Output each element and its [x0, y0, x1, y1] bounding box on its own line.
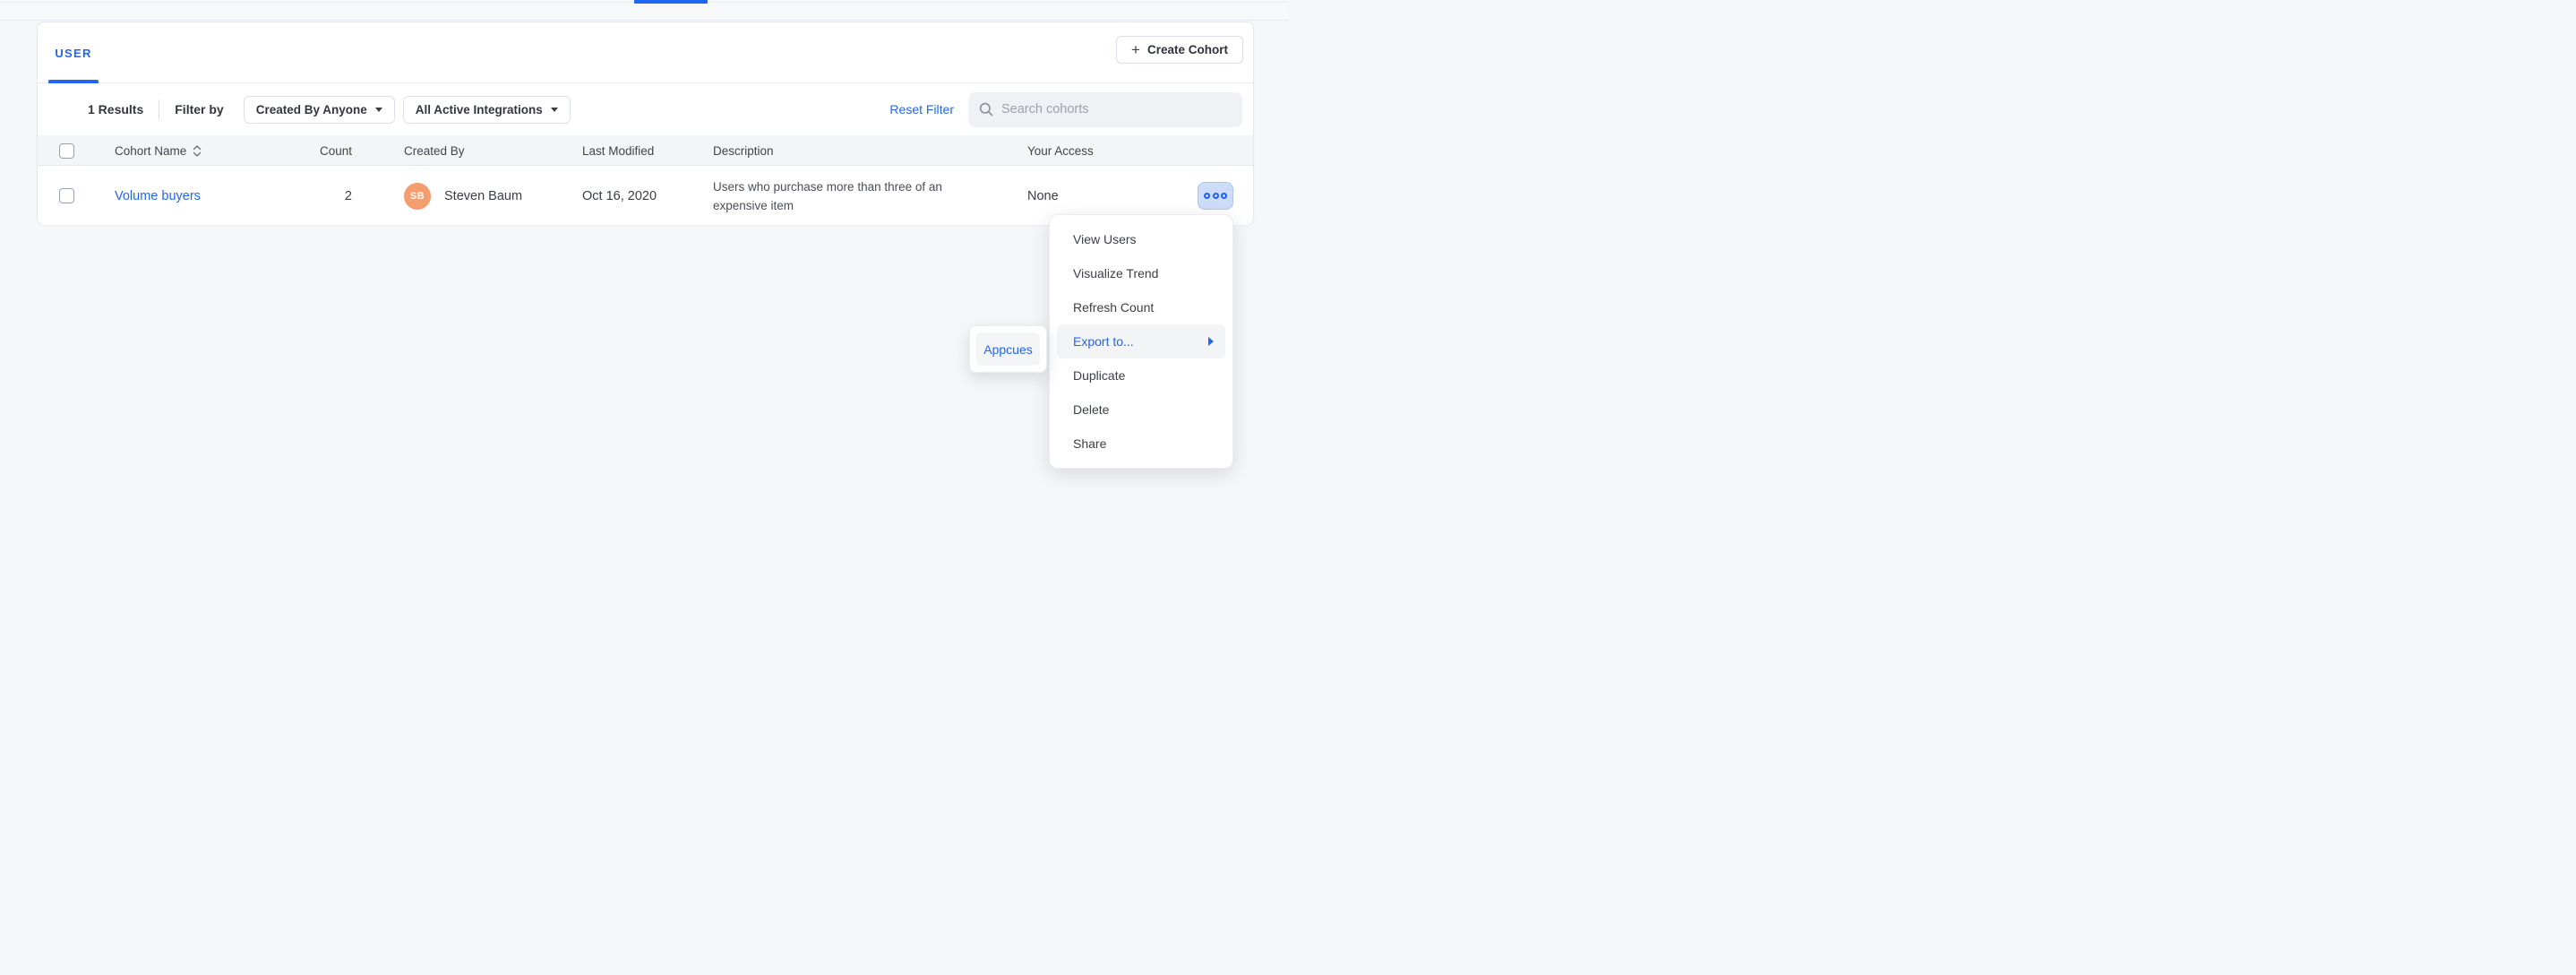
- column-header-count: Count: [270, 135, 352, 166]
- search-box[interactable]: [968, 92, 1242, 127]
- created-by-dropdown-value: Created By Anyone: [256, 103, 367, 116]
- menu-item-refresh-count[interactable]: Refresh Count: [1050, 290, 1232, 324]
- filter-bar: 1 Results Filter by Created By Anyone Al…: [38, 83, 1253, 135]
- results-count: 1 Results: [88, 102, 143, 116]
- integrations-dropdown[interactable]: All Active Integrations: [403, 96, 571, 124]
- plus-icon: +: [1131, 42, 1140, 57]
- row-actions-button[interactable]: [1198, 182, 1233, 210]
- create-cohort-label: Create Cohort: [1147, 43, 1228, 56]
- created-by-name: Steven Baum: [444, 167, 522, 225]
- submenu-arrow-icon: [1208, 337, 1214, 346]
- chevron-down-icon: [551, 108, 558, 112]
- menu-item-share[interactable]: Share: [1050, 427, 1232, 461]
- active-nav-tab-indicator: [634, 0, 708, 4]
- cohort-description: Users who purchase more than three of an…: [713, 177, 964, 215]
- sort-icon: [193, 145, 202, 157]
- menu-item-export-to-label: Export to...: [1073, 334, 1134, 349]
- chevron-down-icon: [375, 108, 382, 112]
- reset-filter-link[interactable]: Reset Filter: [889, 102, 954, 116]
- created-by-dropdown[interactable]: Created By Anyone: [244, 96, 395, 124]
- avatar: SB: [404, 183, 431, 210]
- cohorts-card: USER + Create Cohort 1 Results Filter by…: [37, 22, 1254, 225]
- table-header: Cohort Name Count Created By Last Modifi…: [38, 135, 1253, 166]
- column-header-last-modified: Last Modified: [582, 135, 654, 166]
- search-input[interactable]: [1001, 102, 1232, 116]
- last-modified-date: Oct 16, 2020: [582, 167, 657, 225]
- menu-item-visualize-trend[interactable]: Visualize Trend: [1050, 256, 1232, 290]
- column-header-cohort-name[interactable]: Cohort Name: [115, 135, 202, 166]
- menu-item-delete[interactable]: Delete: [1050, 393, 1232, 427]
- column-header-your-access: Your Access: [1027, 135, 1094, 166]
- menu-item-duplicate[interactable]: Duplicate: [1050, 358, 1232, 393]
- export-submenu: Appcues: [969, 325, 1047, 373]
- row-checkbox[interactable]: [59, 188, 74, 203]
- tab-user[interactable]: USER: [48, 22, 99, 83]
- filter-by-label: Filter by: [175, 102, 223, 116]
- tab-bar: USER + Create Cohort: [38, 22, 1253, 83]
- cohort-name-link[interactable]: Volume buyers: [115, 189, 201, 203]
- column-header-label: Cohort Name: [115, 144, 186, 158]
- row-actions-menu: View Users Visualize Trend Refresh Count…: [1049, 214, 1233, 469]
- search-icon: [979, 102, 993, 116]
- integrations-dropdown-value: All Active Integrations: [416, 103, 543, 116]
- cohort-count: 2: [270, 167, 352, 225]
- create-cohort-button[interactable]: + Create Cohort: [1116, 36, 1243, 64]
- menu-item-export-to[interactable]: Export to...: [1057, 324, 1225, 358]
- select-all-checkbox[interactable]: [59, 143, 74, 159]
- menu-item-view-users[interactable]: View Users: [1050, 222, 1232, 256]
- column-header-created-by: Created By: [404, 135, 465, 166]
- submenu-item-appcues[interactable]: Appcues: [976, 332, 1040, 366]
- column-header-description: Description: [713, 135, 774, 166]
- top-nav-band: [0, 2, 1288, 21]
- ellipsis-icon: [1204, 193, 1227, 199]
